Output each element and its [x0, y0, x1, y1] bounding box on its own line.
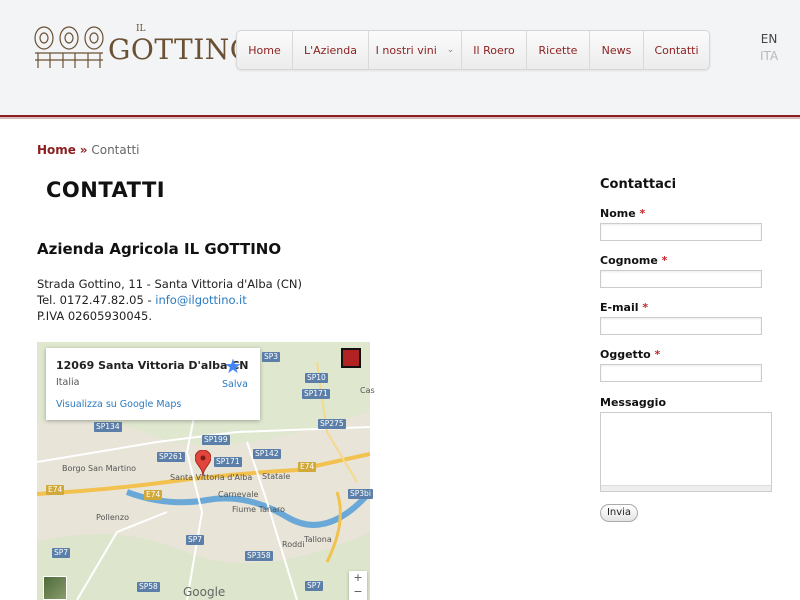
road-label: SP3 [262, 352, 281, 362]
nav-label: Il Roero [473, 43, 515, 57]
required-marker: * [661, 254, 668, 267]
barrels-logo-icon [34, 26, 104, 68]
road-label: E74 [144, 490, 163, 500]
map-town: Pollenzo [96, 513, 129, 522]
resize-handle[interactable] [601, 485, 771, 491]
map-info-card: 12069 Santa Vittoria D'alba CN Italia Vi… [46, 348, 260, 420]
road-label: SP171 [302, 389, 330, 399]
map-town: Cas [360, 386, 375, 395]
send-button[interactable]: Invia [600, 504, 638, 522]
contact-form-title: Contattaci [600, 177, 677, 192]
nav-item-ricette[interactable]: Ricette [527, 31, 590, 69]
road-label: SP7 [186, 535, 205, 545]
nav-label: Ricette [538, 43, 578, 57]
nav-item-vini[interactable]: I nostri vini ⌄ [369, 31, 462, 69]
nav-item-azienda[interactable]: L'Azienda [293, 31, 369, 69]
logo-text: GOTTINO [108, 33, 254, 66]
map-town: Tallona [304, 535, 332, 544]
breadcrumb-separator: » [79, 143, 88, 157]
name-input[interactable] [600, 223, 762, 241]
breadcrumb-home-link[interactable]: Home [37, 143, 76, 157]
nav-item-contatti[interactable]: Contatti [644, 31, 709, 69]
email-label: E-mail * [600, 301, 648, 314]
nav-label: Home [248, 43, 281, 57]
nav-item-home[interactable]: Home [237, 31, 293, 69]
map-town: Borgo San Martino [62, 464, 137, 473]
field-label-text: E-mail [600, 301, 639, 314]
phone-text: Tel. 0172.47.82.05 - [37, 293, 156, 307]
contact-details: Strada Gottino, 11 - Santa Vittoria d'Al… [37, 276, 302, 324]
phone-line: Tel. 0172.47.82.05 - info@ilgottino.it [37, 292, 302, 308]
surname-input[interactable] [600, 270, 762, 288]
site-logo[interactable]: IL GOTTINO [32, 24, 253, 70]
road-label: SP7 [305, 581, 324, 591]
surname-label: Cognome * [600, 254, 667, 267]
save-place-link[interactable]: Salva [222, 379, 248, 390]
message-textarea[interactable] [600, 412, 772, 492]
map-card-address: 12069 Santa Vittoria D'alba CN [56, 359, 249, 372]
road-label: SP261 [157, 452, 185, 462]
breadcrumb-current: Contatti [91, 143, 140, 157]
google-logo: Google [183, 585, 226, 599]
required-marker: * [639, 207, 646, 220]
page-title: CONTATTI [46, 178, 166, 202]
view-on-google-maps-link[interactable]: Visualizza su Google Maps [56, 399, 181, 410]
email-link[interactable]: info@ilgottino.it [155, 293, 247, 307]
subject-input[interactable] [600, 364, 762, 382]
map-town: Roddi [282, 540, 305, 549]
address-line: Strada Gottino, 11 - Santa Vittoria d'Al… [37, 277, 302, 291]
nav-label: News [601, 43, 632, 57]
road-label: SP3bi [348, 489, 373, 499]
map-town: Statale [262, 472, 291, 481]
map-town: Santa Vittoria d'Alba [170, 473, 253, 482]
road-label: SP358 [245, 551, 273, 561]
name-label: Nome * [600, 207, 645, 220]
road-label: SP58 [137, 582, 160, 592]
field-label-text: Cognome [600, 254, 658, 267]
zoom-out-button[interactable]: − [349, 585, 367, 599]
subject-label: Oggetto * [600, 348, 660, 361]
language-ita-link[interactable]: ITA [760, 48, 778, 65]
field-label-text: Oggetto [600, 348, 651, 361]
map-pin-icon[interactable] [194, 449, 212, 480]
map-town: Carnevale [218, 490, 259, 499]
required-marker: * [654, 348, 661, 361]
road-label: SP275 [318, 419, 346, 429]
road-label: SP199 [202, 435, 230, 445]
road-label: SP171 [214, 457, 242, 467]
satellite-thumbnail[interactable] [43, 576, 67, 600]
main-navigation: Home L'Azienda I nostri vini ⌄ Il Roero R… [236, 30, 710, 70]
breadcrumb: Home » Contatti [37, 143, 140, 157]
nav-label: I nostri vini [375, 43, 437, 57]
language-en-link[interactable]: EN [760, 31, 778, 48]
nav-label: L'Azienda [304, 43, 357, 57]
road-label: SP142 [253, 449, 281, 459]
nav-item-news[interactable]: News [590, 31, 644, 69]
nav-label: Contatti [654, 43, 699, 57]
vat-line: P.IVA 02605930045. [37, 309, 152, 323]
zoom-in-button[interactable]: + [349, 571, 367, 585]
message-label: Messaggio [600, 396, 666, 409]
email-input[interactable] [600, 317, 762, 335]
required-marker: * [642, 301, 649, 314]
chevron-down-icon: ⌄ [446, 45, 455, 55]
map-card-country: Italia [56, 377, 80, 388]
company-name: Azienda Agricola IL GOTTINO [37, 240, 282, 258]
road-label: SP134 [94, 422, 122, 432]
language-switcher: EN ITA [760, 31, 778, 65]
road-label: E74 [298, 462, 317, 472]
nav-item-roero[interactable]: Il Roero [462, 31, 527, 69]
road-label: E74 [46, 485, 65, 495]
map-overlay-icon[interactable] [341, 348, 361, 368]
zoom-control: + − [349, 571, 367, 600]
field-label-text: Nome [600, 207, 636, 220]
map-town: Fiume Tanaro [232, 505, 286, 514]
road-label: SP10 [305, 373, 328, 383]
road-label: SP7 [52, 548, 71, 558]
star-icon[interactable]: ★ [224, 354, 242, 378]
